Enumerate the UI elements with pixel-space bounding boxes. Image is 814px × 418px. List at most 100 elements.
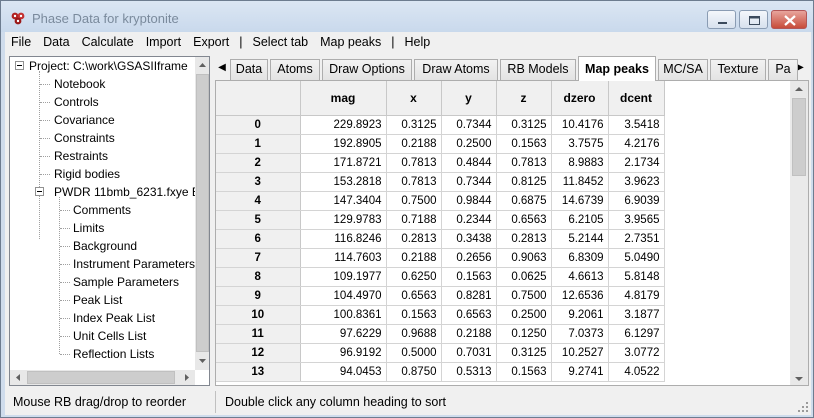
cell-x[interactable]: 0.7500 [386,191,442,211]
tab-pa[interactable]: Pa [768,59,798,80]
tree-item-sample-parameters[interactable]: Sample Parameters [73,273,179,291]
menu-data[interactable]: Data [37,35,75,49]
cell-y[interactable]: 0.7344 [441,172,497,192]
tab-atoms[interactable]: Atoms [270,59,320,80]
cell-y[interactable]: 0.7344 [441,115,497,135]
row-label[interactable]: 3 [216,172,301,192]
tab-draw-atoms[interactable]: Draw Atoms [414,59,498,80]
map-peaks-grid[interactable]: mag x y z dzero dcent 0 229.8923 0.3125 0.7344 0.… [216,81,790,385]
tab-scroll-left-icon[interactable]: ◀ [215,59,229,77]
column-header-dzero[interactable]: dzero [551,81,609,116]
table-row[interactable]: 3 153.2818 0.7813 0.7344 0.8125 11.8452 3.9623 [216,172,665,192]
tree-item-restraints[interactable]: Restraints [54,147,108,165]
cell-mag[interactable]: 192.8905 [300,134,387,154]
cell-dzero[interactable]: 8.9883 [551,153,609,173]
row-label[interactable]: 9 [216,286,301,306]
cell-z[interactable]: 0.2500 [496,305,552,325]
scroll-left-icon[interactable] [10,370,26,385]
cell-dzero[interactable]: 10.4176 [551,115,609,135]
cell-z[interactable]: 0.7813 [496,153,552,173]
row-label[interactable]: 12 [216,343,301,363]
title-bar[interactable]: Phase Data for kryptonite [1,1,813,32]
cell-mag[interactable]: 97.6229 [300,324,387,344]
tree-item-index-peak-list[interactable]: Index Peak List [73,309,155,327]
cell-mag[interactable]: 171.8721 [300,153,387,173]
grid-scroll-down-icon[interactable] [791,371,807,385]
tree-item-rigid-bodies[interactable]: Rigid bodies [54,165,120,183]
table-row[interactable]: 5 129.9783 0.7188 0.2344 0.6563 6.2105 3.9565 [216,210,665,230]
tree-item-peak-list[interactable]: Peak List [73,291,122,309]
scroll-up-icon[interactable] [195,57,209,73]
cell-y[interactable]: 0.2188 [441,324,497,344]
tree-project-root[interactable]: Project: C:\work\GSASIIframe [29,57,188,75]
cell-dzero[interactable]: 4.6613 [551,267,609,287]
cell-dzero[interactable]: 5.2144 [551,229,609,249]
tree-collapse-icon[interactable] [35,187,44,196]
column-header-z[interactable]: z [496,81,552,116]
menu-select-tab[interactable]: Select tab [247,35,315,49]
scroll-right-icon[interactable] [179,370,195,385]
cell-x[interactable]: 0.7813 [386,153,442,173]
maximize-button[interactable] [739,10,768,29]
tree-item-controls[interactable]: Controls [54,93,99,111]
cell-dcent[interactable]: 6.1297 [608,324,665,344]
cell-z[interactable]: 0.1250 [496,324,552,344]
tab-map-peaks[interactable]: Map peaks [578,56,656,81]
cell-dcent[interactable]: 2.1734 [608,153,665,173]
table-row[interactable]: 11 97.6229 0.9688 0.2188 0.1250 7.0373 6.1297 [216,324,665,344]
table-row[interactable]: 8 109.1977 0.6250 0.1563 0.0625 4.6613 5.8148 [216,267,665,287]
column-header-y[interactable]: y [441,81,497,116]
cell-mag[interactable]: 147.3404 [300,191,387,211]
cell-y[interactable]: 0.2656 [441,248,497,268]
row-label[interactable]: 7 [216,248,301,268]
cell-z[interactable]: 0.7500 [496,286,552,306]
data-tree[interactable]: Project: C:\work\GSASIIframe Notebook Cont… [9,56,210,386]
cell-y[interactable]: 0.5313 [441,362,497,382]
row-label[interactable]: 13 [216,362,301,382]
row-label[interactable]: 5 [216,210,301,230]
cell-mag[interactable]: 104.4970 [300,286,387,306]
row-label[interactable]: 1 [216,134,301,154]
cell-mag[interactable]: 100.8361 [300,305,387,325]
resize-grip-icon[interactable] [797,401,809,413]
cell-dcent[interactable]: 4.2176 [608,134,665,154]
cell-z[interactable]: 0.1563 [496,134,552,154]
cell-x[interactable]: 0.9688 [386,324,442,344]
table-row[interactable]: 13 94.0453 0.8750 0.5313 0.1563 9.2741 4.0522 [216,362,665,382]
table-row[interactable]: 10 100.8361 0.1563 0.6563 0.2500 9.2061 3.1877 [216,305,665,325]
cell-dzero[interactable]: 10.2527 [551,343,609,363]
cell-dcent[interactable]: 3.9623 [608,172,665,192]
cell-dcent[interactable]: 5.0490 [608,248,665,268]
cell-dcent[interactable]: 2.7351 [608,229,665,249]
cell-dcent[interactable]: 3.5418 [608,115,665,135]
cell-z[interactable]: 0.3125 [496,115,552,135]
cell-dcent[interactable]: 6.9039 [608,191,665,211]
table-row[interactable]: 6 116.8246 0.2813 0.3438 0.2813 5.2144 2.7351 [216,229,665,249]
tree-item-notebook[interactable]: Notebook [54,75,105,93]
cell-x[interactable]: 0.3125 [386,115,442,135]
cell-z[interactable]: 0.3125 [496,343,552,363]
row-label[interactable]: 10 [216,305,301,325]
cell-z[interactable]: 0.0625 [496,267,552,287]
column-header-mag[interactable]: mag [300,81,387,116]
tree-item-instrument-parameters[interactable]: Instrument Parameters [73,255,195,273]
cell-dzero[interactable]: 6.2105 [551,210,609,230]
table-row[interactable]: 1 192.8905 0.2188 0.2500 0.1563 3.7575 4.2176 [216,134,665,154]
cell-y[interactable]: 0.2500 [441,134,497,154]
cell-dcent[interactable]: 4.0522 [608,362,665,382]
tab-rb-models[interactable]: RB Models [500,59,576,80]
grid-scroll-thumb[interactable] [792,98,806,176]
menu-calculate[interactable]: Calculate [76,35,140,49]
tree-item-reflection-lists[interactable]: Reflection Lists [73,345,154,363]
cell-dcent[interactable]: 3.0772 [608,343,665,363]
cell-dzero[interactable]: 9.2741 [551,362,609,382]
tree-scroll-thumb[interactable] [196,74,209,352]
cell-z[interactable]: 0.1563 [496,362,552,382]
tree-item-pwdr[interactable]: PWDR 11bmb_6231.fxye B [54,183,195,201]
cell-dzero[interactable]: 9.2061 [551,305,609,325]
cell-x[interactable]: 0.8750 [386,362,442,382]
row-label[interactable]: 4 [216,191,301,211]
cell-y[interactable]: 0.1563 [441,267,497,287]
cell-dzero[interactable]: 11.8452 [551,172,609,192]
cell-y[interactable]: 0.6563 [441,305,497,325]
